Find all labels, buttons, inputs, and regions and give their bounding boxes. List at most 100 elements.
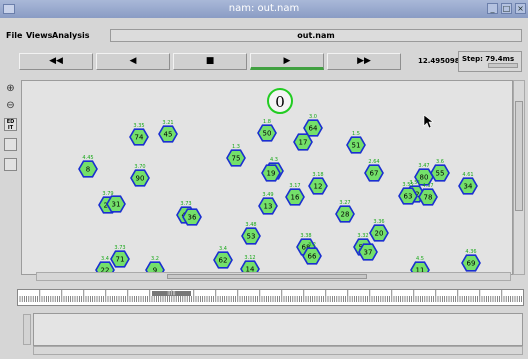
node-16[interactable]: 163.17 bbox=[285, 183, 305, 206]
edit-button[interactable]: ED IT bbox=[4, 118, 17, 131]
node-timestamp: 3.47 bbox=[418, 163, 429, 169]
mouse-cursor-icon bbox=[423, 114, 434, 129]
minimize-icon[interactable]: _ bbox=[487, 3, 498, 14]
node-timestamp: 3.38 bbox=[300, 233, 311, 239]
timeline-ticks bbox=[19, 290, 522, 302]
side-toolbar: ⊕ ⊖ ED IT bbox=[0, 78, 20, 274]
node-78[interactable]: 784.37 bbox=[418, 183, 438, 206]
node-13[interactable]: 133.49 bbox=[258, 192, 278, 215]
node-36[interactable]: 36 bbox=[182, 208, 202, 226]
menu-analysis[interactable]: Analysis bbox=[52, 31, 90, 40]
node-timestamp: 3.21 bbox=[162, 120, 173, 126]
play-button[interactable]: ▶ bbox=[250, 53, 324, 70]
node-75[interactable]: 751.3 bbox=[226, 144, 246, 167]
node-timestamp: 3.70 bbox=[134, 164, 145, 170]
node-12[interactable]: 123.18 bbox=[308, 172, 328, 195]
node-62[interactable]: 623.4 bbox=[213, 246, 233, 269]
network-graph: 743.35453.21501.8643.017 511.584.45 751.39… bbox=[78, 88, 481, 274]
node-label: 13 bbox=[264, 203, 273, 211]
node-45[interactable]: 453.21 bbox=[158, 120, 178, 143]
node-69[interactable]: 694.36 bbox=[461, 249, 481, 272]
node-label: 80 bbox=[420, 174, 429, 182]
node-8[interactable]: 84.45 bbox=[78, 155, 98, 178]
vertical-scrollbar[interactable] bbox=[513, 80, 525, 275]
event-timeline[interactable]: ||||| bbox=[17, 289, 524, 306]
node-label: 31 bbox=[112, 201, 121, 209]
node-37[interactable]: 37 bbox=[358, 243, 378, 261]
node-label: 8 bbox=[86, 166, 90, 174]
maximize-icon[interactable]: □ bbox=[501, 3, 512, 14]
node-timestamp: 3.0 bbox=[309, 114, 317, 120]
node-17[interactable]: 17 bbox=[293, 133, 313, 151]
network-canvas[interactable]: 74 3.35 45 3.21 50 1.8 64 3.0 17 51 1.5 8 4.45 75 1.3 9… bbox=[21, 80, 513, 275]
node-90[interactable]: 903.70 bbox=[130, 164, 150, 187]
step-back-button[interactable]: ◀ bbox=[96, 53, 170, 70]
annotation-grip[interactable] bbox=[23, 314, 31, 345]
node-31[interactable]: 31 bbox=[106, 195, 126, 213]
node-label: 75 bbox=[232, 155, 241, 163]
node-label: 66 bbox=[308, 253, 317, 261]
toggle-box[interactable] bbox=[4, 138, 17, 151]
node-label: 53 bbox=[247, 233, 256, 241]
node-timestamp: 4.37 bbox=[422, 183, 433, 189]
node-timestamp: 3.32 bbox=[357, 233, 368, 239]
node-label: 34 bbox=[464, 183, 473, 191]
node-timestamp: 3.73 bbox=[180, 201, 191, 207]
toggle-box[interactable] bbox=[4, 158, 17, 171]
zoom-in-icon[interactable]: ⊕ bbox=[4, 83, 17, 95]
step-slider[interactable] bbox=[488, 63, 518, 68]
rewind-button[interactable]: ◀◀ bbox=[19, 53, 93, 70]
horizontal-scrollbar[interactable] bbox=[36, 272, 511, 281]
node-label: 16 bbox=[291, 194, 300, 202]
step-control: Step: 79.4ms bbox=[458, 51, 522, 72]
node-timestamp: 3.2 bbox=[151, 256, 159, 262]
timeline-marker[interactable]: ||||| bbox=[152, 291, 191, 296]
node-55[interactable]: 553.6 bbox=[430, 159, 450, 182]
node-timestamp: 4.3 bbox=[270, 157, 278, 163]
menu-views[interactable]: Views bbox=[26, 31, 52, 40]
close-icon[interactable]: × bbox=[515, 3, 526, 14]
menu-file[interactable]: File bbox=[6, 31, 22, 40]
node-label: 74 bbox=[135, 134, 144, 142]
node-label: 20 bbox=[375, 230, 384, 238]
node-label: 90 bbox=[136, 175, 145, 183]
node-label: 63 bbox=[404, 193, 413, 201]
node-67[interactable]: 672.64 bbox=[364, 159, 384, 182]
node-timestamp: 4.5 bbox=[416, 256, 424, 262]
node-label: 78 bbox=[424, 194, 433, 202]
zoom-out-icon[interactable]: ⊖ bbox=[4, 100, 17, 112]
node-timestamp: 2.64 bbox=[368, 159, 379, 165]
node-50[interactable]: 501.8 bbox=[257, 119, 277, 142]
node-timestamp: 3.27 bbox=[339, 200, 350, 206]
node-timestamp: 3.4 bbox=[219, 246, 227, 252]
node-label: 55 bbox=[436, 170, 445, 178]
node-64[interactable]: 643.0 bbox=[303, 114, 323, 137]
vertical-scroll-thumb[interactable] bbox=[515, 101, 523, 211]
node-label: 64 bbox=[309, 125, 318, 133]
window-menu-icon[interactable] bbox=[3, 4, 15, 14]
stop-button[interactable]: ■ bbox=[173, 53, 247, 70]
node-20[interactable]: 203.36 bbox=[369, 219, 389, 242]
node-timestamp: 3.36 bbox=[373, 219, 384, 225]
node-timestamp: 4.36 bbox=[465, 249, 476, 255]
node-51[interactable]: 511.5 bbox=[346, 131, 366, 154]
fast-forward-button[interactable]: ▶▶ bbox=[327, 53, 401, 70]
node-53[interactable]: 533.48 bbox=[241, 222, 261, 245]
node-74[interactable]: 743.35 bbox=[129, 123, 149, 146]
node-timestamp: 3.12 bbox=[244, 255, 255, 261]
node-timestamp: 3.17 bbox=[289, 183, 300, 189]
node-34[interactable]: 344.61 bbox=[458, 172, 478, 195]
nam-window: nam: out.nam _ □ × File Views Analysis o… bbox=[0, 0, 528, 359]
annotation-scrollbar[interactable] bbox=[33, 346, 523, 355]
node-label: 36 bbox=[188, 214, 197, 222]
node-28[interactable]: 283.27 bbox=[335, 200, 355, 223]
node-timestamp: 3.2 bbox=[308, 242, 316, 248]
horizontal-scroll-thumb[interactable] bbox=[167, 274, 367, 279]
node-label: 71 bbox=[116, 256, 125, 264]
node-label: 45 bbox=[164, 131, 173, 139]
node-0[interactable]: 0 bbox=[267, 88, 293, 114]
node-71[interactable]: 713.73 bbox=[110, 245, 130, 268]
node-19[interactable]: 19 bbox=[261, 164, 281, 182]
node-label: 37 bbox=[364, 249, 373, 257]
node-label: 19 bbox=[267, 170, 276, 178]
